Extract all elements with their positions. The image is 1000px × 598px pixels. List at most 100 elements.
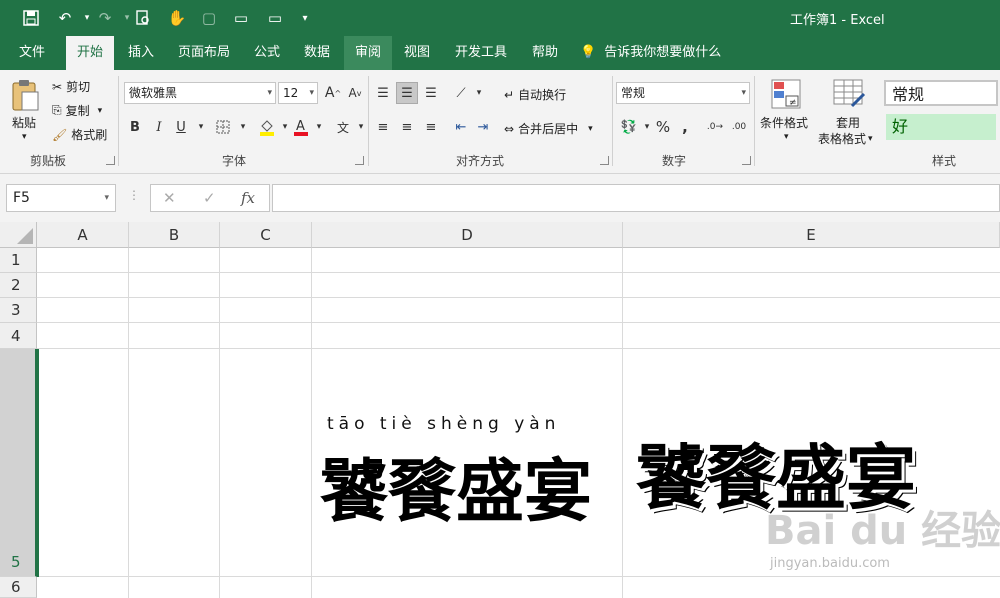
tab-page-layout[interactable]: 页面布局 [170,36,238,70]
baidu-watermark-logo: Bai du 经验 [765,508,1000,554]
borders-icon[interactable] [212,116,234,138]
print-preview-icon[interactable] [130,6,156,30]
tab-insert[interactable]: 插入 [120,36,162,70]
tab-data[interactable]: 数据 [296,36,338,70]
bold-button[interactable]: B [124,116,146,138]
align-center-icon[interactable]: ≡ [396,116,418,138]
tab-review[interactable]: 审阅 [344,36,392,70]
row-header-3[interactable]: 3 [0,298,37,323]
paste-dropdown-icon[interactable]: ▾ [22,132,27,142]
underline-button[interactable]: U [170,116,192,138]
conditional-format-button[interactable]: 条件格式 [760,114,808,131]
alignment-group-label: 对齐方式 [456,154,505,168]
wrap-text-button[interactable]: ↵ 自动换行 [504,86,566,103]
align-right-icon[interactable]: ≡ [420,116,442,138]
separator [754,76,755,166]
copy-button[interactable]: ⎘ 复制 ▾ [52,102,102,119]
align-top-icon[interactable]: ☰ [372,82,394,104]
decrease-indent-icon[interactable]: ⇤ [450,116,472,138]
gridline [37,576,1000,577]
separator [612,76,613,166]
font-name-select[interactable]: 微软雅黑 ▾ [124,82,276,104]
row-header-5[interactable]: 5 [0,349,37,577]
name-box[interactable]: F5 ▾ [6,184,116,212]
clipboard-paste-icon[interactable] [8,76,42,114]
tab-view[interactable]: 视图 [396,36,438,70]
gridline [37,322,1000,323]
percent-button[interactable]: % [652,116,674,138]
style-good[interactable]: 好 [886,114,996,140]
formula-bar-grip-icon: ⋮ [128,188,140,202]
row-header-1[interactable]: 1 [0,248,37,273]
merge-center-button[interactable]: ⇔ 合并后居中 ▾ [504,120,593,137]
number-launcher-icon[interactable] [742,156,751,165]
sheet-icon[interactable]: ▢ [196,6,222,30]
format-painter-button[interactable]: 🖌 格式刷 [52,126,107,143]
number-format-select[interactable]: 常规 ▾ [616,82,750,104]
cut-button[interactable]: ✂ 剪切 [52,78,90,95]
screen-close-icon[interactable]: ▭ [262,6,288,30]
format-as-table-label-1[interactable]: 套用 [836,114,860,131]
paste-button[interactable]: 粘贴 [12,114,36,131]
tell-me-label: 告诉我你想要做什么 [604,45,722,60]
cancel-icon[interactable]: ✕ [163,189,176,207]
increase-indent-icon[interactable]: ⇥ [472,116,494,138]
cell-d5-text[interactable]: 饕餮盛宴 [320,436,592,535]
copy-icon: ⎘ [52,103,62,117]
grow-font-button[interactable]: A ^ [322,82,344,104]
formula-input[interactable] [272,184,1000,212]
column-header-b[interactable]: B [129,222,220,248]
decrease-decimal-icon[interactable]: .00 [728,116,750,138]
italic-button[interactable]: I [148,116,170,138]
number-group-label: 数字 [662,154,687,168]
row-header-2[interactable]: 2 [0,273,37,298]
tab-help[interactable]: 帮助 [524,36,566,70]
font-color-dropdown-icon[interactable]: ▾ [308,116,330,138]
tab-developer[interactable]: 开发工具 [446,36,516,70]
alignment-launcher-icon[interactable] [600,156,609,165]
clipboard-group-label: 剪贴板 [30,154,67,168]
conditional-format-dropdown-icon[interactable]: ▾ [784,132,789,142]
select-all-corner[interactable] [0,222,37,248]
comma-button[interactable]: , [674,116,696,138]
align-bottom-icon[interactable]: ☰ [420,82,442,104]
format-as-table-icon[interactable] [832,78,866,110]
row-header-6[interactable]: 6 [0,577,37,598]
touch-mode-icon[interactable]: ✋ [164,6,190,30]
scissors-icon: ✂ [52,79,63,94]
orientation-dropdown-icon[interactable]: ▾ [468,82,490,104]
separator [368,76,369,166]
column-header-d[interactable]: D [312,222,623,248]
align-middle-icon[interactable]: ☰ [396,82,418,104]
screen-icon[interactable]: ▭ [228,6,254,30]
separator [118,76,119,166]
font-launcher-icon[interactable] [355,156,364,165]
underline-dropdown-icon[interactable]: ▾ [190,116,212,138]
style-normal[interactable]: 常规 [884,80,998,106]
conditional-format-icon[interactable]: ≠ [770,78,802,110]
format-as-table-button[interactable]: 表格格式 ▾ [818,130,873,147]
row-header-4[interactable]: 4 [0,323,37,349]
column-header-e[interactable]: E [623,222,1000,248]
tab-formulas[interactable]: 公式 [246,36,288,70]
font-size-select[interactable]: 12 ▾ [278,82,318,104]
clipboard-launcher-icon[interactable] [106,156,115,165]
tab-file[interactable]: 文件 [6,36,58,70]
insert-function-icon[interactable]: fx [241,189,255,207]
borders-dropdown-icon[interactable]: ▾ [232,116,254,138]
column-header-a[interactable]: A [37,222,129,248]
save-icon[interactable] [18,6,44,30]
column-header-c[interactable]: C [220,222,312,248]
increase-decimal-icon[interactable]: .0→ [704,116,726,138]
window-title: 工作簿1 - Excel [790,13,885,28]
gridline [128,248,129,598]
gridline [219,248,220,598]
tab-home[interactable]: 开始 [66,36,114,70]
gridline [311,248,312,598]
tell-me-box[interactable]: 💡 告诉我你想要做什么 [580,36,721,70]
customize-qat-icon[interactable]: ▾ [292,6,318,30]
wrap-text-icon: ↵ [504,87,515,102]
enter-icon[interactable]: ✓ [203,189,216,207]
align-left-icon[interactable]: ≡ [372,116,394,138]
shrink-font-button[interactable]: Av [344,82,366,104]
